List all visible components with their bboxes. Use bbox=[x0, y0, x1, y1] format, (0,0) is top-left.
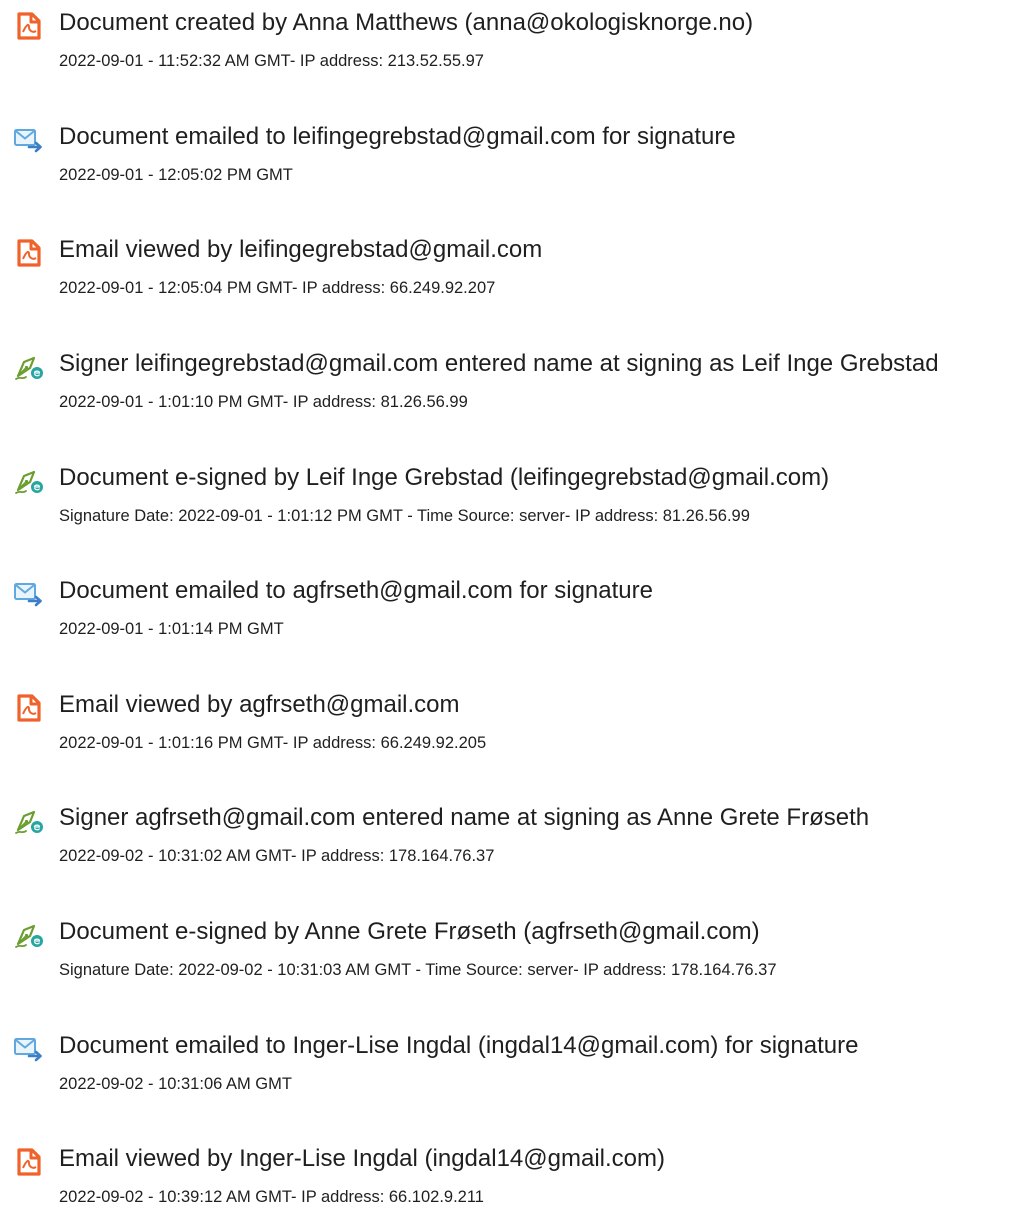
event-document-e-signed: Document e-signed by Anne Grete Frøseth … bbox=[0, 915, 1034, 995]
event-title: Email viewed by leifingegrebstad@gmail.c… bbox=[59, 236, 543, 263]
e-signature-pen-icon bbox=[12, 920, 46, 950]
event-title: Document emailed to Inger-Lise Ingdal (i… bbox=[59, 1032, 859, 1059]
event-detail: Signature Date: 2022-09-01 - 1:01:12 PM … bbox=[59, 507, 750, 525]
e-signature-pen-icon bbox=[12, 466, 46, 496]
event-detail: 2022-09-02 - 10:31:02 AM GMT- IP address… bbox=[59, 847, 495, 865]
event-detail: 2022-09-01 - 1:01:14 PM GMT bbox=[59, 620, 284, 638]
event-detail: 2022-09-01 - 11:52:32 AM GMT- IP address… bbox=[59, 52, 484, 70]
event-title: Email viewed by Inger-Lise Ingdal (ingda… bbox=[59, 1145, 665, 1172]
email-sent-icon bbox=[12, 1034, 46, 1064]
event-signer-entered-name: Signer leifingegrebstad@gmail.com entere… bbox=[0, 347, 1034, 427]
event-signer-entered-name: Signer agfrseth@gmail.com entered name a… bbox=[0, 801, 1034, 881]
event-title: Signer leifingegrebstad@gmail.com entere… bbox=[59, 350, 939, 377]
document-viewed-icon bbox=[12, 1147, 46, 1177]
event-detail: 2022-09-02 - 10:31:06 AM GMT bbox=[59, 1075, 292, 1093]
email-sent-icon bbox=[12, 125, 46, 155]
event-detail: 2022-09-01 - 12:05:02 PM GMT bbox=[59, 166, 293, 184]
email-sent-icon bbox=[12, 579, 46, 609]
e-signature-pen-icon bbox=[12, 806, 46, 836]
event-title: Document emailed to leifingegrebstad@gma… bbox=[59, 123, 736, 150]
event-email-viewed: Email viewed by Inger-Lise Ingdal (ingda… bbox=[0, 1142, 1034, 1222]
e-signature-pen-icon bbox=[12, 352, 46, 382]
event-title: Document e-signed by Anne Grete Frøseth … bbox=[59, 918, 760, 945]
event-document-created: Document created by Anna Matthews (anna@… bbox=[0, 6, 1034, 86]
event-document-emailed: Document emailed to leifingegrebstad@gma… bbox=[0, 120, 1034, 200]
event-title: Signer agfrseth@gmail.com entered name a… bbox=[59, 804, 870, 831]
event-document-e-signed: Document e-signed by Leif Inge Grebstad … bbox=[0, 461, 1034, 541]
event-title: Document e-signed by Leif Inge Grebstad … bbox=[59, 464, 830, 491]
event-email-viewed: Email viewed by agfrseth@gmail.com 2022-… bbox=[0, 688, 1034, 768]
event-detail: 2022-09-02 - 10:39:12 AM GMT- IP address… bbox=[59, 1188, 484, 1206]
event-detail: 2022-09-01 - 1:01:10 PM GMT- IP address:… bbox=[59, 393, 468, 411]
event-title: Email viewed by agfrseth@gmail.com bbox=[59, 691, 460, 718]
event-detail: 2022-09-01 - 12:05:04 PM GMT- IP address… bbox=[59, 279, 496, 297]
event-title: Document created by Anna Matthews (anna@… bbox=[59, 9, 754, 36]
event-detail: Signature Date: 2022-09-02 - 10:31:03 AM… bbox=[59, 961, 777, 979]
event-email-viewed: Email viewed by leifingegrebstad@gmail.c… bbox=[0, 233, 1034, 313]
event-title: Document emailed to agfrseth@gmail.com f… bbox=[59, 577, 653, 604]
document-viewed-icon bbox=[12, 238, 46, 268]
event-detail: 2022-09-01 - 1:01:16 PM GMT- IP address:… bbox=[59, 734, 487, 752]
document-viewed-icon bbox=[12, 693, 46, 723]
event-document-emailed: Document emailed to Inger-Lise Ingdal (i… bbox=[0, 1029, 1034, 1109]
document-created-icon bbox=[12, 11, 46, 41]
event-document-emailed: Document emailed to agfrseth@gmail.com f… bbox=[0, 574, 1034, 654]
